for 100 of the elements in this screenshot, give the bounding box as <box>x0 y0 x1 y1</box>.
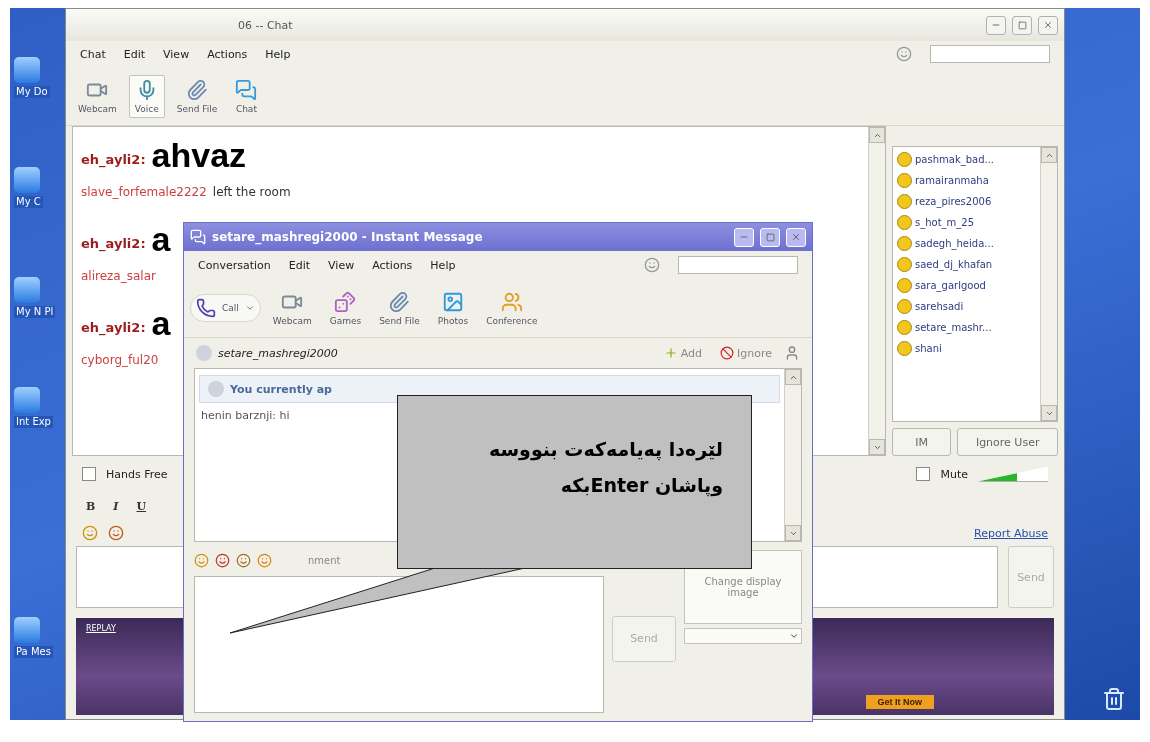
status-field[interactable] <box>678 256 798 274</box>
image-icon <box>441 290 464 313</box>
desktop-icon-label[interactable]: My C <box>14 196 43 208</box>
emoticon-icon[interactable] <box>215 552 230 568</box>
chat-message: a <box>151 221 171 257</box>
ignore-user-button[interactable]: Ignore User <box>957 428 1058 456</box>
desktop-shortcut-icon[interactable] <box>14 57 40 83</box>
close-icon <box>791 232 801 242</box>
maximize-icon <box>765 232 775 242</box>
close-button[interactable] <box>1038 15 1058 35</box>
toolbar-button[interactable]: Send File <box>373 286 426 330</box>
user-list-item[interactable]: saed_dj_khafan <box>915 258 993 270</box>
desktop-shortcut-icon[interactable] <box>14 167 40 193</box>
call-button[interactable]: Call <box>190 294 261 322</box>
smiley-icon <box>897 151 912 167</box>
plus-icon <box>663 346 678 360</box>
user-list-item[interactable]: pashmak_bad... <box>915 153 995 165</box>
smiley-icon <box>897 319 912 335</box>
contact-name: setare_mashregi2000 <box>218 346 338 360</box>
people-icon <box>500 290 523 313</box>
menu-item[interactable]: Help <box>265 47 291 61</box>
chat-nickname: cyborg_ful20 <box>81 353 159 367</box>
status-icon[interactable] <box>896 46 912 62</box>
maximize-button[interactable] <box>1012 15 1032 35</box>
user-list-item[interactable]: sarehsadi <box>915 300 964 312</box>
desktop-shortcut-icon[interactable] <box>14 617 40 643</box>
desktop-icon-label[interactable]: Int Exp <box>14 416 53 428</box>
phone-icon <box>196 298 216 318</box>
user-list-item[interactable]: s_hot_m_25 <box>915 216 975 228</box>
desktop-shortcut-icon[interactable] <box>14 387 40 413</box>
chat-event-text: left the room <box>212 185 291 199</box>
chat-icon <box>235 78 258 101</box>
menu-item[interactable]: View <box>163 47 190 61</box>
report-abuse-link[interactable]: Report Abuse <box>974 526 1048 540</box>
format-button[interactable]: I <box>109 499 123 513</box>
chat-nickname: eh_ayli2: <box>81 320 146 338</box>
display-image-dropdown[interactable] <box>684 628 802 644</box>
status-icon[interactable] <box>644 257 660 273</box>
get-it-now-button[interactable]: Get It Now <box>865 695 934 709</box>
format-button[interactable]: U <box>132 499 151 513</box>
user-list-item[interactable]: sara_garlgood <box>915 279 986 291</box>
toolbar-button[interactable]: Webcam <box>72 74 123 118</box>
person-icon[interactable] <box>784 345 800 361</box>
emoticon-icon[interactable] <box>194 552 209 568</box>
scrollbar[interactable] <box>868 127 885 455</box>
messenger-icon <box>190 229 206 245</box>
user-list-item[interactable]: reza_pires2006 <box>915 195 992 207</box>
checkbox[interactable] <box>916 467 931 481</box>
user-list-item[interactable]: setare_mashr... <box>915 321 992 333</box>
emoticon-icon[interactable] <box>82 525 98 541</box>
format-button[interactable]: B <box>82 499 100 513</box>
toolbar-button[interactable]: Webcam <box>266 286 318 330</box>
toolbar-button[interactable]: Voice <box>128 74 165 118</box>
desktop-icon-label[interactable]: Pa Mes <box>14 646 53 658</box>
smiley-icon <box>897 193 912 209</box>
minimize-button[interactable] <box>986 15 1006 35</box>
paperclip-icon <box>388 290 411 313</box>
status-field[interactable] <box>930 45 1050 63</box>
user-list-item[interactable]: sadegh_heida... <box>915 237 994 249</box>
scrollbar[interactable] <box>784 369 801 541</box>
desktop-shortcut-icon[interactable] <box>14 277 40 303</box>
notice-text: You currently ap <box>230 382 332 396</box>
window-title: setare_mashregi2000 - Instant Message <box>212 230 484 244</box>
toolbar-button[interactable]: Games <box>323 286 368 330</box>
paperclip-icon <box>186 78 209 101</box>
callout-text: لێرەدا پەیامەکەت بنووسە <box>488 438 723 460</box>
toolbar-button[interactable]: Conference <box>480 286 544 330</box>
user-list-item[interactable]: ramairanmaha <box>915 174 989 186</box>
menu-item[interactable]: Chat <box>80 47 106 61</box>
menu-item[interactable]: Conversation <box>198 258 271 272</box>
smiley-icon <box>897 340 912 356</box>
menu-item[interactable]: Actions <box>207 47 248 61</box>
menu-item[interactable]: Edit <box>123 47 146 61</box>
toolbar-button[interactable]: Photos <box>431 286 475 330</box>
emoticon-icon[interactable] <box>257 552 272 568</box>
toolbar-button[interactable]: Send File <box>170 74 224 118</box>
checkbox[interactable] <box>82 467 96 481</box>
contact-avatar-icon <box>196 345 212 361</box>
desktop-icon-label[interactable]: My N Pl <box>14 306 56 318</box>
desktop-icon-label[interactable]: My Do <box>14 86 50 98</box>
user-list-item[interactable]: shani <box>915 342 942 354</box>
smiley-icon <box>897 172 912 188</box>
menu-item[interactable]: Actions <box>372 258 413 272</box>
toolbar-button[interactable]: Chat <box>229 74 264 118</box>
window-title: 06 -- Chat <box>238 18 294 32</box>
emoticon-icon[interactable] <box>108 525 124 541</box>
smiley-icon <box>897 277 912 293</box>
chat-message: ahvaz <box>151 137 247 173</box>
im-message: henin barznji: hi <box>200 409 291 422</box>
menu-item[interactable]: View <box>328 258 355 272</box>
scrollbar[interactable] <box>1040 147 1057 421</box>
menu-item[interactable]: Edit <box>288 258 311 272</box>
message-input[interactable] <box>194 576 604 713</box>
close-icon <box>1043 20 1053 30</box>
smiley-icon <box>897 214 912 230</box>
emoticon-icon[interactable] <box>236 552 251 568</box>
menu-item[interactable]: Help <box>430 258 456 272</box>
im-button[interactable]: IM <box>892 428 952 456</box>
caret-icon <box>789 631 799 641</box>
recycle-bin-icon[interactable] <box>1102 687 1126 711</box>
